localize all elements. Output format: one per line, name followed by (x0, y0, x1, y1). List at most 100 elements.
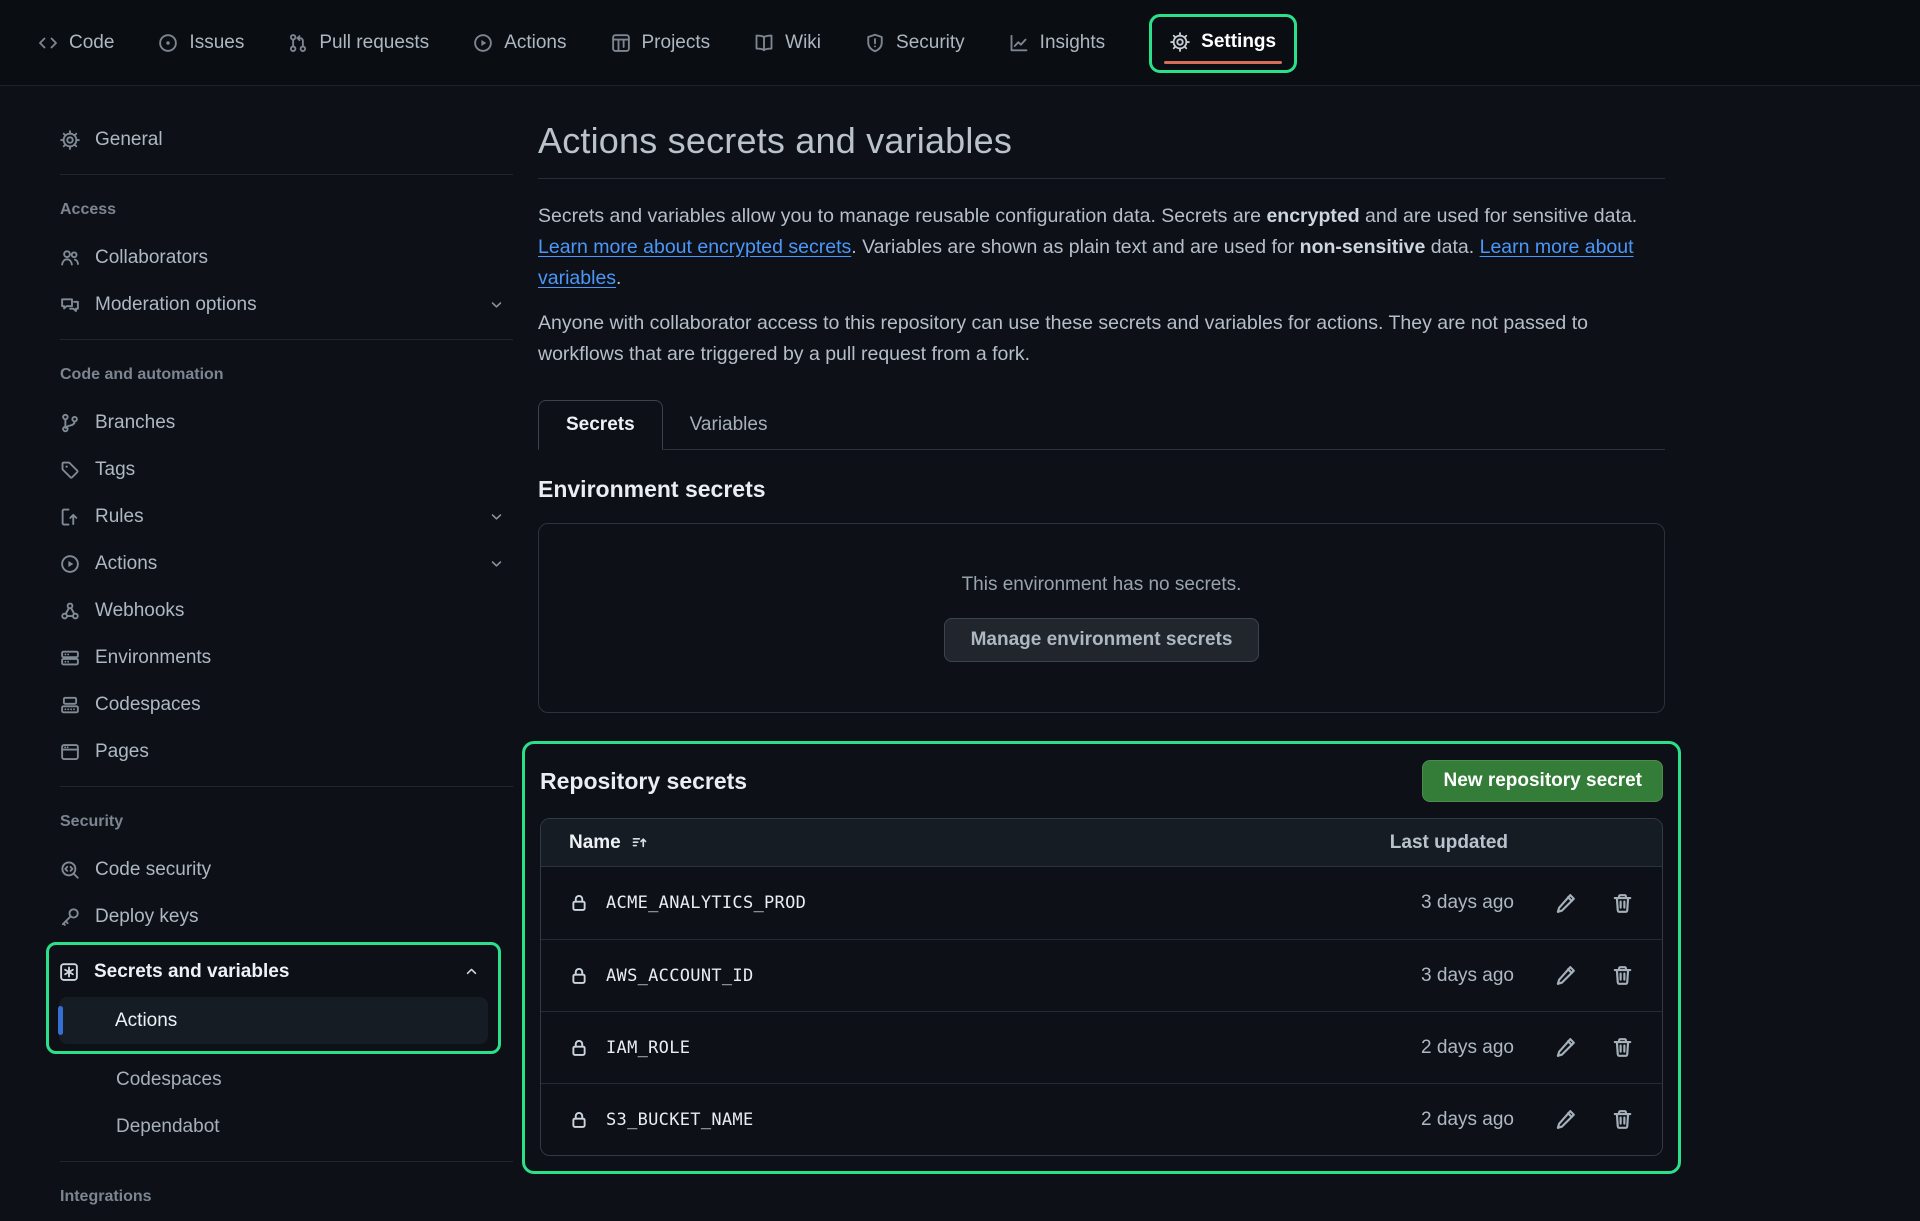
rules-icon (60, 507, 80, 527)
edit-pencil-icon[interactable] (1554, 1108, 1577, 1131)
tab-wiki[interactable]: Wiki (754, 32, 821, 54)
lock-icon (569, 893, 589, 913)
tab-variables[interactable]: Variables (663, 401, 795, 449)
tab-label: Issues (189, 32, 244, 54)
key-icon (60, 907, 80, 927)
title-divider (538, 178, 1665, 179)
sidebar-item-label: Secrets and variables (94, 961, 289, 983)
tab-issues[interactable]: Issues (158, 32, 244, 54)
intro-text: Secrets and variables allow you to manag… (538, 205, 1266, 227)
secret-row: ACME_ANALYTICS_PROD 3 days ago (541, 867, 1662, 939)
sidebar-item-actions[interactable]: Actions (60, 540, 513, 587)
tab-label: Actions (504, 32, 566, 54)
sidebar-item-label: Tags (95, 459, 135, 481)
sidebar-item-label: Code security (95, 859, 211, 881)
sidebar-item-general[interactable]: General (60, 116, 513, 163)
sidebar-item-tags[interactable]: Tags (60, 446, 513, 493)
git-branch-icon (60, 413, 80, 433)
sidebar-subitem-label: Dependabot (116, 1116, 220, 1138)
sidebar-section-access: Access (60, 186, 513, 234)
sidebar-item-collaborators[interactable]: Collaborators (60, 234, 513, 281)
people-icon (60, 248, 80, 268)
secret-row: AWS_ACCOUNT_ID 3 days ago (541, 939, 1662, 1011)
chevron-down-icon (488, 296, 505, 313)
sidebar-item-label: Codespaces (95, 694, 201, 716)
sidebar-item-label: Collaborators (95, 247, 208, 269)
sidebar-item-label: Actions (95, 553, 157, 575)
sidebar-item-label: Pages (95, 741, 149, 763)
name-column-sort-header[interactable]: Name (569, 832, 649, 854)
sidebar-subitem-dependabot[interactable]: Dependabot (60, 1103, 513, 1150)
tab-security[interactable]: Security (865, 32, 965, 54)
sidebar-item-label: Moderation options (95, 294, 257, 316)
chevron-up-icon (463, 963, 480, 980)
secret-last-updated: 3 days ago (1421, 965, 1514, 987)
settings-sidebar: General Access Collaborators Moderation … (0, 86, 527, 1200)
tab-label: Projects (642, 32, 711, 54)
repository-secrets-heading: Repository secrets (540, 768, 747, 795)
shield-icon (865, 33, 885, 53)
active-tab-underline (1164, 61, 1282, 64)
sidebar-subitem-codespaces[interactable]: Codespaces (60, 1056, 513, 1103)
edit-pencil-icon[interactable] (1554, 964, 1577, 987)
delete-trash-icon[interactable] (1611, 1108, 1634, 1131)
sidebar-item-rules[interactable]: Rules (60, 493, 513, 540)
sidebar-subitem-actions[interactable]: Actions (59, 997, 488, 1044)
sidebar-item-deploy-keys[interactable]: Deploy keys (60, 893, 513, 940)
last-updated-column-label: Last updated (1390, 832, 1634, 854)
repository-secrets-highlight-box: Repository secrets New repository secret… (522, 741, 1681, 1174)
git-pull-request-icon (288, 33, 308, 53)
sidebar-item-label: Branches (95, 412, 175, 434)
secret-name: IAM_ROLE (606, 1038, 690, 1058)
tab-actions[interactable]: Actions (473, 32, 566, 54)
tab-settings[interactable]: Settings (1170, 31, 1276, 53)
edit-pencil-icon[interactable] (1554, 1036, 1577, 1059)
sidebar-item-moderation-options[interactable]: Moderation options (60, 281, 513, 328)
project-table-icon (611, 33, 631, 53)
edit-pencil-icon[interactable] (1554, 892, 1577, 915)
play-circle-icon (473, 33, 493, 53)
environment-empty-message: This environment has no secrets. (962, 574, 1242, 596)
sidebar-item-secrets-and-variables[interactable]: Secrets and variables (59, 948, 488, 995)
tab-pull-requests[interactable]: Pull requests (288, 32, 429, 54)
sidebar-item-branches[interactable]: Branches (60, 399, 513, 446)
sidebar-item-webhooks[interactable]: Webhooks (60, 587, 513, 634)
repo-nav-bar: Code Issues Pull requests Actions Projec… (0, 0, 1920, 86)
browser-icon (60, 742, 80, 762)
tab-label: Security (896, 32, 965, 54)
environment-secrets-empty-box: This environment has no secrets. Manage … (538, 523, 1665, 713)
intro-text: data. (1425, 236, 1479, 258)
tab-label: Settings (1201, 31, 1276, 53)
sidebar-subitem-label: Codespaces (116, 1069, 222, 1091)
tab-projects[interactable]: Projects (611, 32, 711, 54)
sidebar-item-code-security[interactable]: Code security (60, 846, 513, 893)
chevron-down-icon (488, 555, 505, 572)
secret-last-updated: 2 days ago (1421, 1109, 1514, 1131)
chevron-down-icon (488, 508, 505, 525)
intro-text: . (616, 267, 621, 289)
gear-icon (1170, 32, 1190, 52)
tab-insights[interactable]: Insights (1009, 32, 1105, 54)
settings-content: Actions secrets and variables Secrets an… (538, 86, 1665, 1174)
tag-icon (60, 460, 80, 480)
sidebar-item-pages[interactable]: Pages (60, 728, 513, 775)
sidebar-item-codespaces[interactable]: Codespaces (60, 681, 513, 728)
delete-trash-icon[interactable] (1611, 892, 1634, 915)
manage-environment-secrets-button[interactable]: Manage environment secrets (944, 618, 1260, 662)
delete-trash-icon[interactable] (1611, 964, 1634, 987)
encrypted-secrets-link[interactable]: Learn more about encrypted secrets (538, 236, 851, 258)
sidebar-divider (60, 339, 513, 340)
sidebar-divider (60, 786, 513, 787)
tab-label: Wiki (785, 32, 821, 54)
new-repository-secret-button[interactable]: New repository secret (1422, 760, 1663, 802)
tab-secrets[interactable]: Secrets (538, 400, 663, 450)
tab-code[interactable]: Code (38, 32, 114, 54)
name-column-label: Name (569, 832, 621, 854)
delete-trash-icon[interactable] (1611, 1036, 1634, 1059)
intro-text: . Variables are shown as plain text and … (851, 236, 1299, 258)
secrets-variables-tabs: Secrets Variables (538, 400, 1665, 450)
sidebar-item-environments[interactable]: Environments (60, 634, 513, 681)
sidebar-divider (60, 1161, 513, 1162)
sidebar-item-label: Webhooks (95, 600, 184, 622)
lock-icon (569, 966, 589, 986)
